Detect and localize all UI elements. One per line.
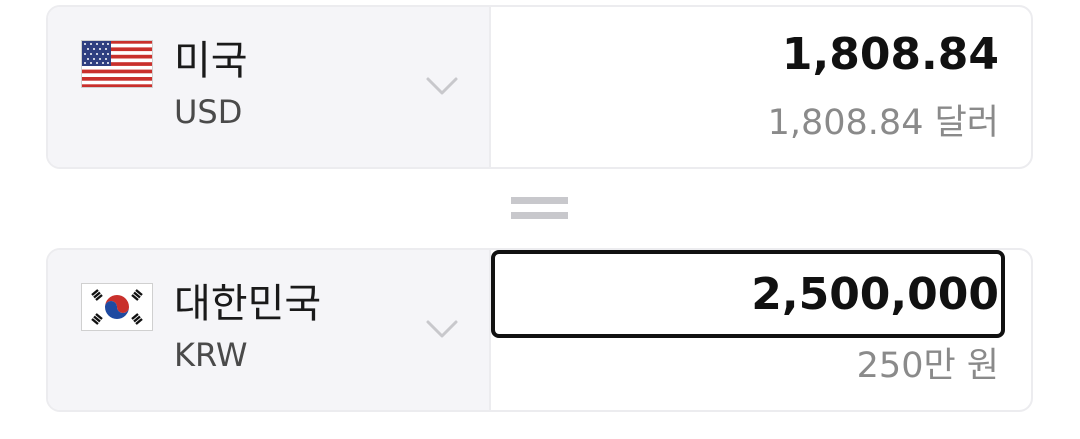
from-currency-code: USD bbox=[174, 93, 243, 131]
from-amount-area[interactable]: 1,808.84 1,808.84 달러 bbox=[491, 7, 1031, 167]
from-amount-value[interactable]: 1,808.84 bbox=[782, 25, 999, 85]
equals-bar-top bbox=[511, 197, 568, 204]
chevron-down-icon bbox=[426, 320, 458, 338]
equals-bar-bottom bbox=[511, 212, 568, 219]
from-country-name: 미국 bbox=[174, 38, 248, 84]
to-country-name: 대한민국 bbox=[174, 281, 322, 327]
from-amount-korean-text: 1,808.84 달러 bbox=[767, 103, 999, 143]
to-currency-row: 대한민국 KRW 250만 원 bbox=[46, 248, 1033, 412]
to-amount-input[interactable] bbox=[491, 250, 1005, 338]
to-amount-korean-text: 250만 원 bbox=[856, 346, 999, 386]
equals-icon bbox=[511, 194, 568, 222]
from-currency-select[interactable]: 미국 USD bbox=[48, 7, 491, 167]
chevron-down-icon bbox=[426, 77, 458, 95]
to-currency-code: KRW bbox=[174, 336, 248, 374]
kr-flag-icon bbox=[81, 283, 153, 331]
to-currency-select[interactable]: 대한민국 KRW bbox=[48, 250, 491, 410]
us-flag-icon bbox=[81, 40, 153, 88]
from-currency-row: 미국 USD 1,808.84 1,808.84 달러 bbox=[46, 5, 1033, 169]
